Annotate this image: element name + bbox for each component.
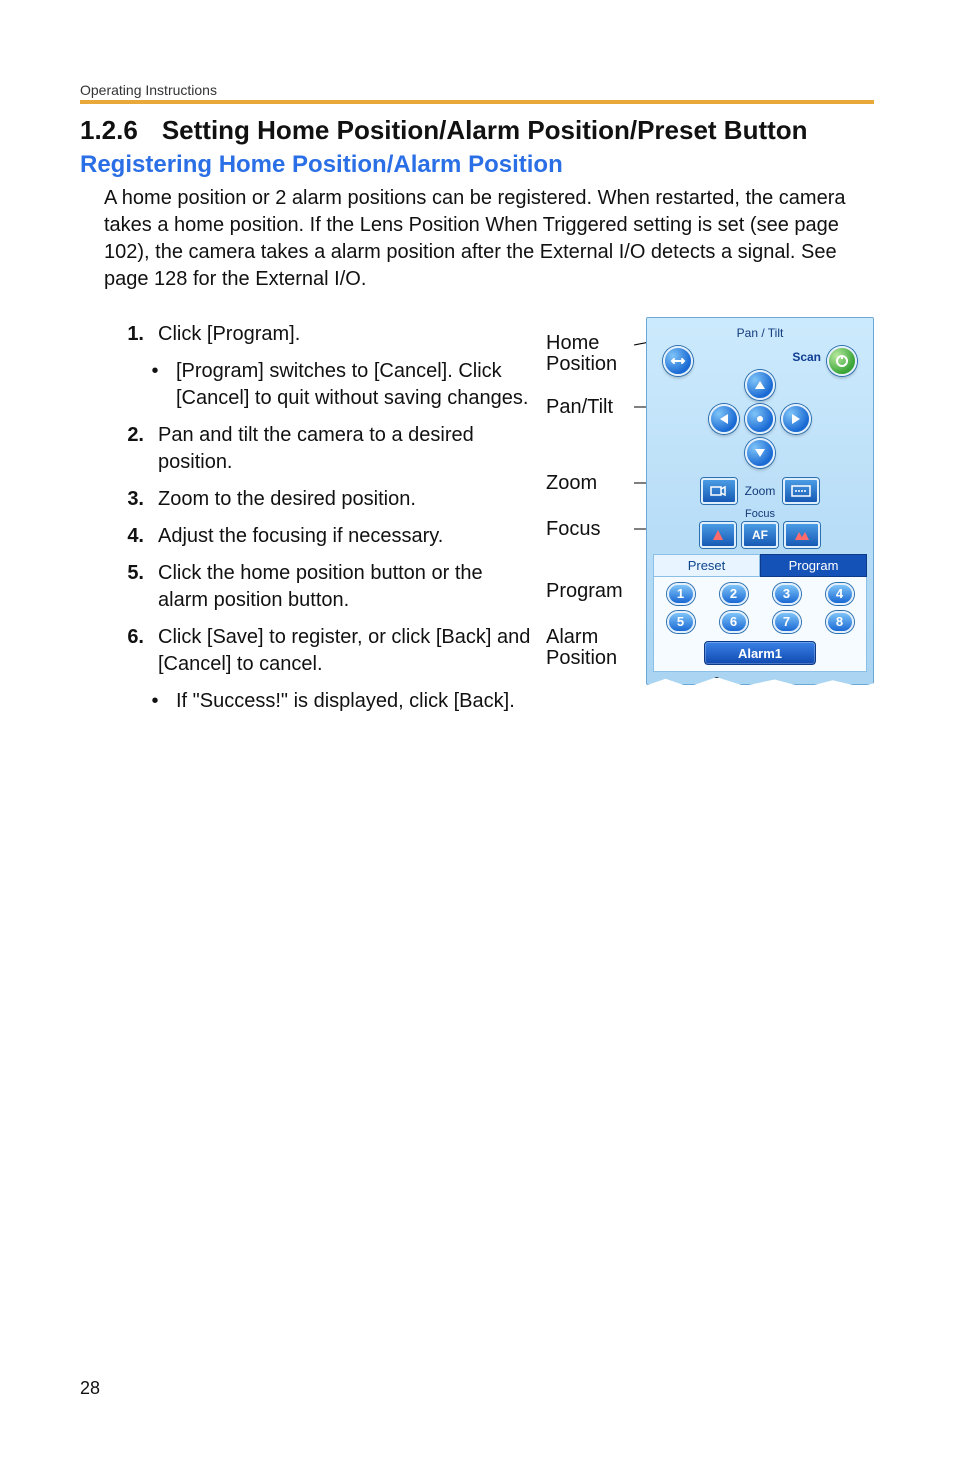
step-number: 2. (110, 422, 144, 476)
callout-pantilt: Pan/Tilt (546, 397, 613, 418)
intro-paragraph: A home position or 2 alarm positions can… (104, 185, 874, 293)
preset-4-button[interactable]: 4 (826, 583, 854, 605)
step-sub-text: [Program] switches to [Cancel]. Click [C… (176, 358, 532, 412)
running-head: Operating Instructions (80, 82, 874, 98)
preset-1-button[interactable]: 1 (667, 583, 695, 605)
step-sub: • If "Success!" is displayed, click [Bac… (144, 688, 532, 715)
pan-left-button[interactable] (709, 404, 739, 434)
callout-alarm: Alarm Position (546, 627, 646, 669)
step-text: Click [Program]. (158, 321, 532, 348)
pan-right-button[interactable] (781, 404, 811, 434)
control-panel-figure: Home Position Pan/Tilt Zoom Focus Progra… (546, 311, 874, 733)
preset-5-button[interactable]: 5 (667, 611, 695, 633)
tab-preset[interactable]: Preset (653, 554, 760, 577)
step: 4. Adjust the focusing if necessary. (110, 523, 532, 550)
preset-7-button[interactable]: 7 (773, 611, 801, 633)
zoom-label: Zoom (743, 484, 778, 498)
step: 2. Pan and tilt the camera to a desired … (110, 422, 532, 476)
tilt-up-button[interactable] (745, 370, 775, 400)
steps-list: 1. Click [Program]. • [Program] switches… (80, 311, 532, 721)
callout-zoom: Zoom (546, 473, 597, 494)
step: 3. Zoom to the desired position. (110, 486, 532, 513)
step-text: Click [Save] to register, or click [Back… (158, 624, 532, 678)
step-number: 6. (110, 624, 144, 678)
home-position-button[interactable] (663, 346, 693, 376)
scan-label: Scan (792, 350, 821, 364)
torn-edge-icon (647, 676, 879, 692)
callout-program: Program (546, 581, 623, 602)
callout-focus: Focus (546, 519, 600, 540)
section-number: 1.2.6 (80, 114, 138, 147)
preset-8-button[interactable]: 8 (826, 611, 854, 633)
step-number: 5. (110, 560, 144, 614)
step: 6. Click [Save] to register, or click [B… (110, 624, 532, 678)
step: 1. Click [Program]. (110, 321, 532, 348)
tilt-down-button[interactable] (745, 438, 775, 468)
step-sub-text: If "Success!" is displayed, click [Back]… (176, 688, 532, 715)
focus-far-button[interactable] (784, 522, 820, 548)
step-number: 1. (110, 321, 144, 348)
step-text: Click the home position button or the al… (158, 560, 532, 614)
focus-auto-button[interactable]: AF (742, 522, 778, 548)
zoom-out-button[interactable] (701, 478, 737, 504)
preset-6-button[interactable]: 6 (720, 611, 748, 633)
focus-near-button[interactable] (700, 522, 736, 548)
focus-title: Focus (653, 508, 867, 520)
section-heading: 1.2.6 Setting Home Position/Alarm Positio… (80, 114, 874, 147)
preset-2-button[interactable]: 2 (720, 583, 748, 605)
step-sub: • [Program] switches to [Cancel]. Click … (144, 358, 532, 412)
ptz-panel: Pan / Tilt Scan (646, 317, 874, 685)
step-number: 3. (110, 486, 144, 513)
alarm-position-button[interactable]: Alarm1 (704, 641, 816, 665)
preset-area: 1 2 3 4 5 6 7 8 Alarm1 (653, 577, 867, 672)
tab-program[interactable]: Program (760, 554, 867, 577)
header-rule (80, 100, 874, 104)
bullet-icon: • (144, 688, 166, 715)
subheading: Registering Home Position/Alarm Position (80, 151, 874, 179)
step: 5. Click the home position button or the… (110, 560, 532, 614)
page-number: 28 (80, 1378, 100, 1399)
step-text: Pan and tilt the camera to a desired pos… (158, 422, 532, 476)
step-number: 4. (110, 523, 144, 550)
preset-3-button[interactable]: 3 (773, 583, 801, 605)
bullet-icon: • (144, 358, 166, 412)
callout-home: Home Position (546, 333, 646, 375)
scan-button[interactable] (827, 346, 857, 376)
section-title: Setting Home Position/Alarm Position/Pre… (162, 115, 808, 145)
zoom-in-button[interactable] (783, 478, 819, 504)
step-text: Adjust the focusing if necessary. (158, 523, 532, 550)
center-button[interactable] (745, 404, 775, 434)
step-text: Zoom to the desired position. (158, 486, 532, 513)
pantilt-title: Pan / Tilt (653, 326, 867, 340)
